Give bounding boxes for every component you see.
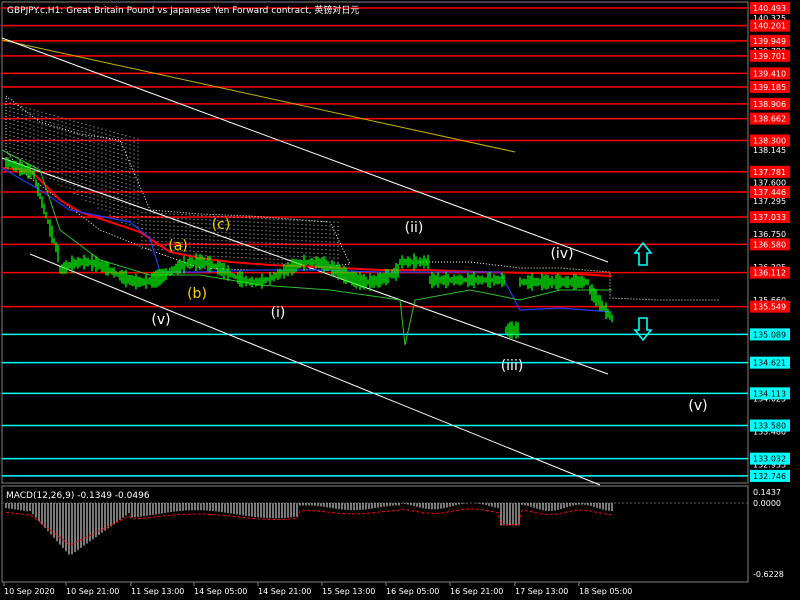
level-tag-value: 140.493 bbox=[753, 4, 786, 13]
trend-channel bbox=[1, 37, 609, 486]
level-tag-value: 133.580 bbox=[753, 422, 786, 431]
level-tag-value: 136.112 bbox=[753, 269, 786, 278]
wave-label: (i) bbox=[271, 305, 286, 321]
arrow-down-icon bbox=[633, 317, 653, 342]
wave-label: (a) bbox=[168, 238, 188, 254]
horizontal-levels bbox=[2, 7, 748, 477]
wave-label: (ii) bbox=[405, 220, 424, 236]
macd-tick: 0.1437 bbox=[753, 488, 781, 497]
wave-label: (c) bbox=[212, 217, 231, 233]
level-tag-value: 134.113 bbox=[753, 389, 786, 398]
time-tick: 16 Sep 21:00 bbox=[450, 587, 503, 596]
price-series bbox=[1, 149, 613, 346]
level-tag-value: 136.580 bbox=[753, 240, 786, 249]
wave-label: (b) bbox=[187, 286, 207, 302]
macd-tick: 0.0000 bbox=[753, 499, 781, 508]
time-tick: 10 Sep 2020 bbox=[4, 587, 55, 596]
level-tag-value: 137.033 bbox=[753, 213, 786, 222]
level-tag-value: 135.549 bbox=[753, 303, 786, 312]
time-tick: 14 Sep 05:00 bbox=[194, 587, 247, 596]
macd-tick: -0.6228 bbox=[753, 570, 784, 579]
arrow-up-icon bbox=[633, 241, 653, 266]
trend-line-yellow bbox=[1, 39, 516, 153]
level-tag-value: 139.410 bbox=[753, 69, 786, 78]
level-tag-value: 139.949 bbox=[753, 37, 786, 46]
chart-title: GBPJPY.c,H1: Great Britain Pound vs Japa… bbox=[7, 4, 359, 16]
channel-upper-line bbox=[1, 37, 609, 263]
oscillator-line bbox=[1, 149, 612, 346]
level-tag-value: 138.662 bbox=[753, 115, 786, 124]
level-tag-value: 132.746 bbox=[753, 472, 786, 481]
macd-signal-line bbox=[5, 508, 613, 546]
level-tag-value: 135.089 bbox=[753, 330, 786, 339]
macd-indicator: 0.1437 0.0000 -0.6228 bbox=[2, 488, 784, 579]
price-axis[interactable]: 140.325139.780139.235138.690138.145137.6… bbox=[750, 2, 790, 482]
time-axis[interactable]: 10 Sep 2020 10 Sep 21:00 11 Sep 13:00 14 Se… bbox=[3, 582, 632, 596]
price-tick: 138.145 bbox=[753, 146, 786, 155]
time-tick: 18 Sep 05:00 bbox=[579, 587, 632, 596]
level-tag-value: 138.906 bbox=[753, 100, 786, 109]
price-tick: 137.295 bbox=[753, 197, 786, 206]
level-tag-value: 139.701 bbox=[753, 52, 786, 61]
level-tag-value: 133.032 bbox=[753, 455, 786, 464]
time-tick: 14 Sep 21:00 bbox=[258, 587, 311, 596]
macd-label: MACD(12,26,9) -0.1349 -0.0496 bbox=[6, 491, 150, 501]
time-tick: 11 Sep 13:00 bbox=[131, 587, 184, 596]
price-tick: 136.750 bbox=[753, 230, 786, 239]
wave-label: (v) bbox=[151, 312, 170, 328]
time-tick: 17 Sep 13:00 bbox=[515, 587, 568, 596]
level-tag-value: 140.201 bbox=[753, 22, 786, 31]
level-tag-value: 137.446 bbox=[753, 188, 786, 197]
level-tag-value: 137.781 bbox=[753, 168, 786, 177]
chart-window[interactable]: (a) (b) (c) (v) (i) (ii) (iii) (iv) (v) 140.3251… bbox=[0, 0, 800, 600]
wave-label: (v) bbox=[688, 398, 707, 414]
wave-labels: (a) (b) (c) (v) (i) (ii) (iii) (iv) (v) bbox=[151, 217, 707, 414]
level-tag-value: 139.185 bbox=[753, 83, 786, 92]
time-tick: 10 Sep 21:00 bbox=[66, 587, 119, 596]
moving-average-blue bbox=[1, 167, 613, 313]
wave-label: (iv) bbox=[550, 246, 573, 262]
time-tick: 15 Sep 13:00 bbox=[322, 587, 375, 596]
level-tag-value: 138.300 bbox=[753, 136, 786, 145]
time-tick: 16 Sep 05:00 bbox=[386, 587, 439, 596]
wave-label: (iii) bbox=[501, 358, 524, 374]
level-tag-value: 134.621 bbox=[753, 359, 786, 368]
